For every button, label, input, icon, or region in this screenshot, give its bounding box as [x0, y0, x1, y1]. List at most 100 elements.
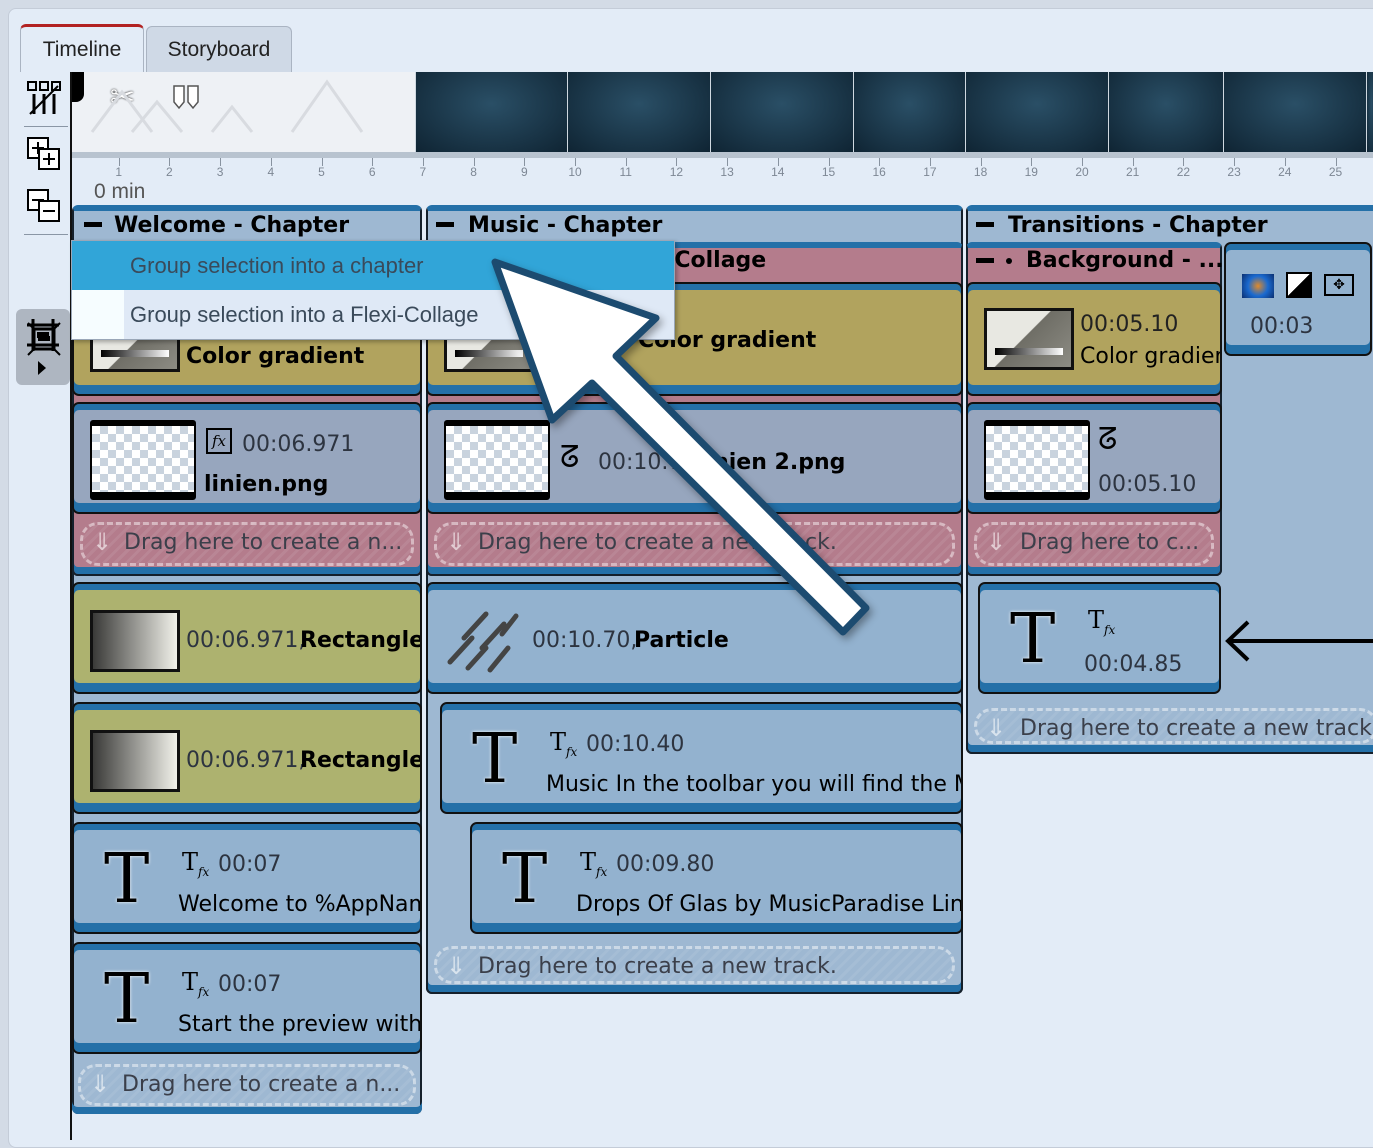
clip-duration: 00:10.70,: [532, 628, 638, 653]
clip-transition[interactable]: ✥ 00:03: [1224, 242, 1372, 356]
ungroup-icon[interactable]: [20, 315, 68, 363]
clip-duration: 00:05.10: [1080, 312, 1179, 337]
preview-thumbnail[interactable]: [567, 72, 710, 152]
clip-text[interactable]: T Tfx 00:04.85: [978, 582, 1221, 694]
group-context-menu: Group selection into a chapter Group sel…: [71, 240, 675, 340]
clip-duration: 00:07: [218, 972, 282, 997]
clip-duration: 00:04.85: [1084, 652, 1183, 677]
clip-duration: 00:10.40: [586, 732, 685, 757]
ruler-tick-label: 11: [619, 165, 632, 179]
clip-image[interactable]: ᘔ 00:10.70 linien 2.png: [426, 402, 963, 514]
rectangle-thumbnail: [90, 730, 180, 792]
ruler-tick-label: 9: [520, 165, 528, 179]
bullet-icon: [1006, 258, 1012, 264]
clip-duration: 00:07: [218, 852, 282, 877]
drag-new-track-zone[interactable]: ⇓ Drag here to create a new track.: [426, 516, 963, 576]
ruler-tick-label: 16: [872, 165, 886, 179]
drag-new-track-zone[interactable]: ⇓ Drag here to create a new track.: [966, 702, 1373, 754]
image-thumbnail: [444, 420, 550, 500]
ruler-tick-label: 15: [821, 165, 836, 179]
collapse-icon[interactable]: [84, 222, 102, 227]
text-fx-icon: Tfx: [182, 848, 210, 879]
clip-name: linien 2.png: [698, 450, 846, 475]
text-fx-icon: Tfx: [182, 968, 210, 999]
clip-text[interactable]: T Tfx 00:09.80 Drops Of Glas by MusicPar…: [470, 822, 963, 934]
ruler-tick-label: 17: [923, 165, 937, 179]
drag-new-track-zone[interactable]: ⇓ Drag here to create a n...: [72, 516, 422, 576]
ruler-start-label: 0 min: [94, 180, 146, 203]
clip-name: Music In the toolbar you will find the M…: [546, 772, 961, 797]
clip-text[interactable]: T Tfx 00:10.40 Music In the toolbar you …: [440, 702, 963, 814]
background-title: Background - ...: [1026, 248, 1224, 273]
preview-thumbnail[interactable]: [1108, 72, 1223, 152]
clip-rectangle[interactable]: 00:06.971, Rectangle: [72, 582, 422, 694]
drag-hint: Drag here to create a new track.: [478, 530, 837, 555]
down-arrow-icon: ⇓: [90, 1070, 111, 1098]
image-thumbnail: [90, 420, 196, 500]
image-thumbnail: [984, 420, 1090, 500]
particle-icon: [447, 611, 519, 673]
drag-hint: Drag here to create a n...: [124, 530, 403, 555]
ruler-tick-label: 7: [419, 165, 427, 179]
preview-thumbnail[interactable]: [710, 72, 853, 152]
ruler-tick-label: 2: [166, 165, 173, 179]
ruler-tick-label: 25: [1328, 165, 1343, 179]
tab-timeline[interactable]: Timeline: [20, 24, 144, 72]
ruler-bar[interactable]: [72, 152, 1373, 158]
transition-thumbnail-icon: [1242, 274, 1274, 298]
collapse-icon[interactable]: [976, 258, 994, 263]
clip-image[interactable]: ᘔ 00:05.10: [966, 402, 1222, 514]
tab-storyboard[interactable]: Storyboard: [146, 26, 292, 72]
clip-text[interactable]: T Tfx 00:07 Start the preview with: [72, 942, 422, 1054]
preview-thumbnail[interactable]: [1366, 72, 1373, 152]
clip-image[interactable]: fx 00:06.971 linien.png: [72, 402, 422, 514]
menu-item-group-into-flexi-collage[interactable]: Group selection into a Flexi-Collage: [72, 290, 674, 339]
text-icon: T: [472, 720, 518, 799]
ruler-tick-label: 4: [267, 165, 275, 179]
ruler-tick-label: 23: [1227, 165, 1241, 179]
text-icon: T: [104, 840, 150, 919]
clip-name: Start the preview with: [178, 1012, 422, 1037]
text-icon: T: [104, 960, 150, 1039]
clip-rectangle[interactable]: 00:06.971, Rectangle: [72, 702, 422, 814]
chapter-title: Welcome - Chapter: [114, 213, 350, 238]
down-arrow-icon: ⇓: [92, 528, 113, 556]
preview-thumbnail[interactable]: [965, 72, 1108, 152]
collapse-icon[interactable]: [436, 222, 454, 227]
submenu-arrow-icon: [38, 361, 46, 375]
remove-cuts-icon[interactable]: [20, 74, 68, 122]
clip-name: Particle: [634, 628, 729, 653]
menu-item-group-into-chapter[interactable]: Group selection into a chapter: [72, 241, 674, 290]
preview-strip[interactable]: ✂: [72, 72, 1373, 152]
drag-hint: Drag here to create a new track.: [478, 954, 837, 979]
clip-text[interactable]: T Tfx 00:07 Welcome to %AppName%: [72, 822, 422, 934]
drag-new-track-zone[interactable]: ⇓ Drag here to create a n...: [72, 1058, 422, 1114]
clip-name: linien.png: [204, 472, 329, 497]
add-chapter-icon[interactable]: [20, 130, 68, 178]
remove-chapter-icon[interactable]: [20, 182, 68, 230]
motion-path-icon: ᘔ: [560, 440, 580, 475]
clip-name: Rectangle: [300, 628, 422, 653]
ruler-tick-label: 6: [368, 165, 376, 179]
drag-new-track-zone[interactable]: ⇓ Drag here to c...: [966, 516, 1222, 576]
preview-thumbnail[interactable]: [415, 72, 567, 152]
ruler-tick-label: 12: [669, 165, 684, 179]
drag-hint: Drag here to create a n...: [122, 1072, 401, 1097]
down-arrow-icon: ⇓: [446, 528, 467, 556]
arrow-left-icon: [1225, 620, 1373, 662]
clip-name: Color gradient: [186, 344, 365, 369]
ruler-tick-label: 14: [771, 165, 785, 179]
preview-thumbnail[interactable]: [853, 72, 965, 152]
menu-item-label: Group selection into a Flexi-Collage: [130, 301, 479, 327]
rectangle-thumbnail: [90, 610, 180, 672]
ruler-tick-label: 22: [1176, 165, 1191, 179]
collapse-icon[interactable]: [976, 222, 994, 227]
clip-particle[interactable]: 00:10.70, Particle: [426, 582, 963, 694]
clip-color-gradient[interactable]: 00:05.10 Color gradient: [966, 282, 1222, 396]
fx-icon: fx: [206, 428, 232, 454]
ruler-tick-label: 18: [973, 165, 988, 179]
preview-thumbnail[interactable]: [1223, 72, 1366, 152]
clip-duration: 00:03: [1250, 314, 1314, 339]
clip-duration: 00:09.80: [616, 852, 715, 877]
drag-new-track-zone[interactable]: ⇓ Drag here to create a new track.: [426, 940, 963, 994]
